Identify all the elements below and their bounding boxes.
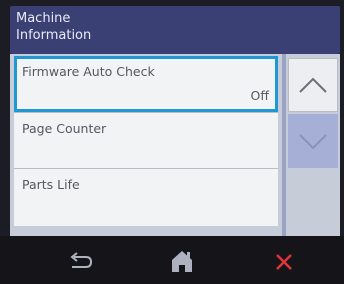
scroll-down-button[interactable]: [288, 114, 338, 168]
device-screen: Machine Information Firmware Auto Check …: [0, 0, 344, 284]
scroll-up-button[interactable]: [288, 58, 338, 112]
back-arrow-icon: [70, 252, 93, 268]
chevron-down-icon: [299, 134, 327, 150]
menu-item-page-counter[interactable]: Page Counter: [14, 112, 278, 168]
menu-list: Firmware Auto Check Off Page Counter Par…: [10, 54, 340, 236]
home-icon: [172, 251, 192, 272]
close-icon: [276, 254, 292, 270]
header-bar: Machine Information: [10, 6, 340, 54]
menu-item-firmware-auto-check[interactable]: Firmware Auto Check Off: [14, 56, 278, 112]
bottom-bar: [0, 236, 344, 284]
menu-item-parts-life[interactable]: Parts Life: [14, 168, 278, 226]
scrollbar-track: [282, 54, 286, 236]
back-button[interactable]: [60, 246, 100, 276]
menu-item-label: Page Counter: [22, 121, 107, 136]
menu-item-label: Parts Life: [22, 177, 80, 192]
menu-item-label: Firmware Auto Check: [22, 64, 155, 79]
page-title: Machine Information: [16, 11, 92, 43]
chevron-up-icon: [299, 77, 327, 93]
menu-item-value: Off: [250, 88, 269, 103]
cancel-button[interactable]: [264, 246, 304, 276]
home-button[interactable]: [162, 246, 202, 276]
